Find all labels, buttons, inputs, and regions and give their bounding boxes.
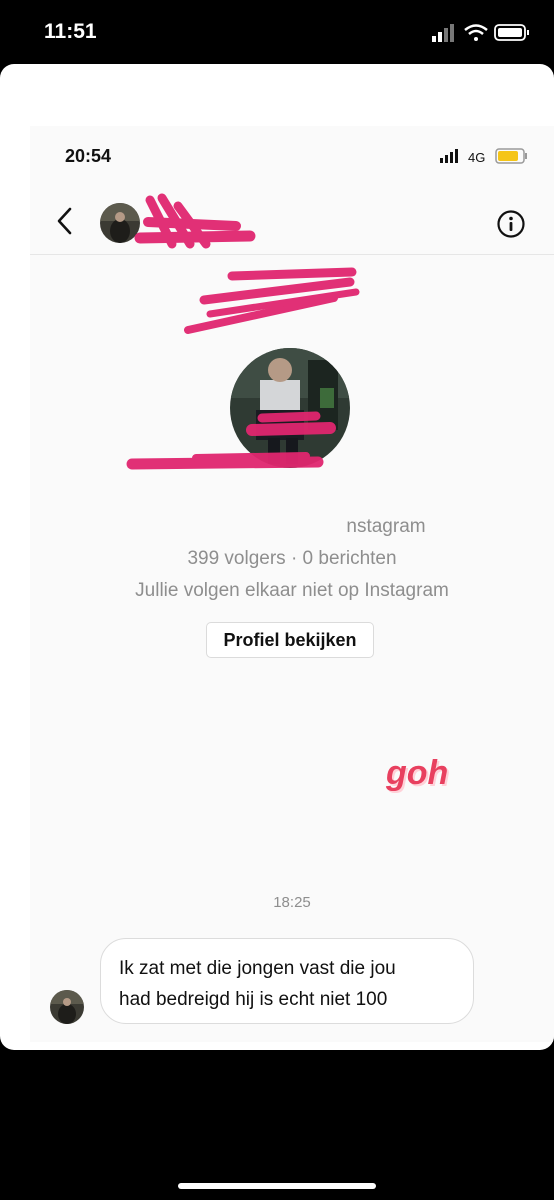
follow-relation: Jullie volgen elkaar niet op Instagram xyxy=(135,580,449,601)
message-line-2: had bedreigd hij is echt niet 100 xyxy=(119,989,388,1010)
inner-status-bar: 20:54 4G xyxy=(30,126,554,186)
source-text: nstagram xyxy=(346,516,426,537)
outer-clock: 11:51 xyxy=(44,20,97,43)
battery-icon xyxy=(495,148,527,164)
message-timestamp: 18:25 xyxy=(273,894,311,911)
signal-icon xyxy=(432,24,454,42)
back-chevron-icon[interactable] xyxy=(52,204,78,238)
profile-avatar[interactable] xyxy=(230,348,350,468)
view-profile-button[interactable]: Profiel bekijken xyxy=(206,622,374,658)
wifi-icon xyxy=(464,24,488,41)
info-icon[interactable] xyxy=(496,209,526,239)
screenshot-sheet: 20:54 4G nstagram 399 volgers · 0 berich… xyxy=(0,64,554,1050)
avatar-photo xyxy=(100,203,140,243)
inner-clock: 20:54 xyxy=(65,146,112,166)
outer-status-bar: 11:51 xyxy=(0,0,554,64)
sender-avatar-photo xyxy=(50,990,84,1024)
message-bubble[interactable]: Ik zat met die jongen vast die jou had b… xyxy=(100,938,474,1024)
inner-status-icons: 4G xyxy=(440,148,527,165)
header-avatar[interactable] xyxy=(100,203,140,243)
home-indicator xyxy=(178,1183,376,1189)
instagram-dm-screenshot: 20:54 4G nstagram 399 volgers · 0 berich… xyxy=(30,126,554,1042)
profile-photo xyxy=(230,348,350,468)
signal-icon xyxy=(440,149,458,163)
message-line-1: Ik zat met die jongen vast die jou xyxy=(119,958,396,979)
battery-icon xyxy=(494,24,529,41)
profile-stats: 399 volgers · 0 berichten xyxy=(187,548,397,569)
sender-avatar[interactable] xyxy=(50,990,84,1024)
profile-source-line: nstagram xyxy=(30,516,554,538)
network-label: 4G xyxy=(468,150,485,165)
outer-status-icons xyxy=(432,24,529,42)
goh-sticker: goh xyxy=(386,754,449,792)
